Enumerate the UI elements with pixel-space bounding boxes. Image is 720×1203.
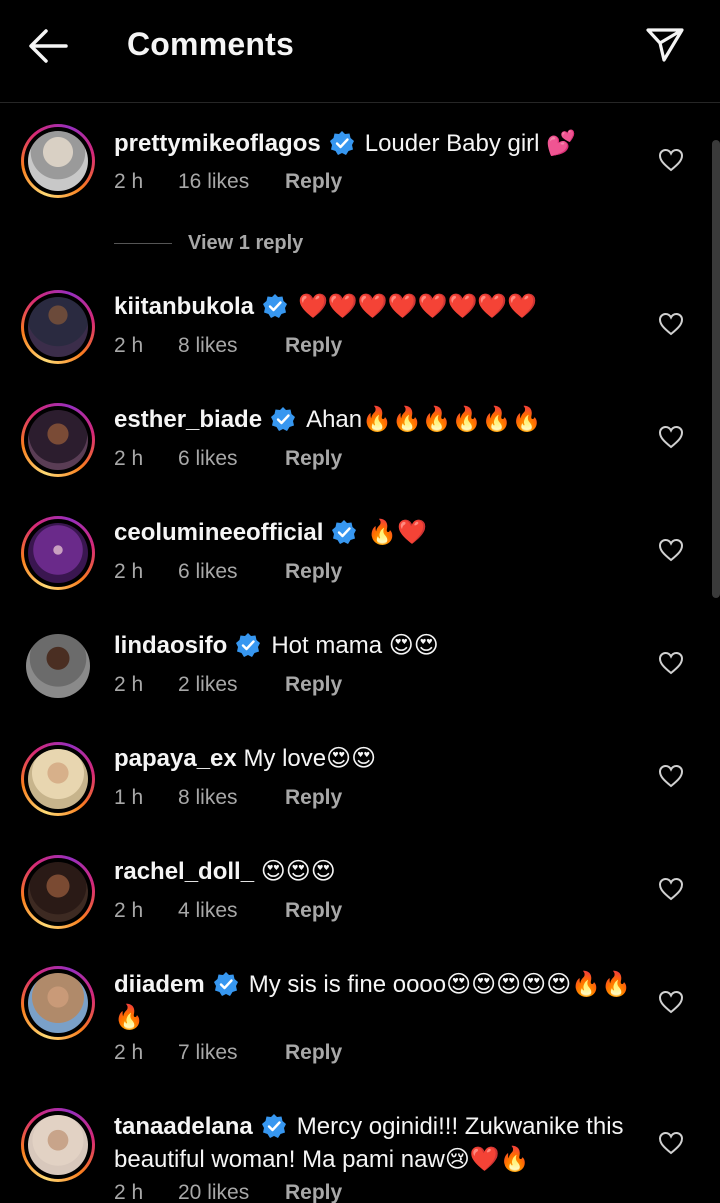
avatar[interactable] (21, 290, 95, 364)
avatar[interactable] (21, 403, 95, 477)
comment-likes[interactable]: 6 likes (178, 560, 285, 584)
reply-button[interactable]: Reply (285, 170, 342, 194)
comment-likes[interactable]: 7 likes (178, 1041, 285, 1065)
verified-badge-icon (261, 1114, 286, 1138)
reply-button[interactable]: Reply (285, 673, 342, 697)
comment-username[interactable]: diiadem (114, 971, 205, 998)
comment-text: 😍😍😍 (260, 858, 336, 885)
comment-text: ❤️❤️❤️❤️❤️❤️❤️❤️ (298, 293, 538, 320)
comment-text: Hot mama 😍😍 (271, 632, 439, 659)
comment-time: 2 h (114, 560, 144, 583)
reply-button[interactable]: Reply (285, 786, 342, 810)
comment-likes[interactable]: 8 likes (178, 786, 285, 810)
heart-icon[interactable] (658, 425, 684, 449)
comment-time: 2 h (114, 170, 144, 193)
comment-username[interactable]: lindaosifo (114, 632, 227, 659)
comment-time: 2 h (114, 899, 144, 922)
avatar[interactable] (21, 124, 95, 198)
comment-username[interactable]: papaya_ex (114, 745, 237, 772)
comment-likes[interactable]: 8 likes (178, 334, 285, 358)
comment-username[interactable]: rachel_doll_ (114, 858, 254, 885)
comment-time: 1 h (114, 786, 144, 809)
avatar[interactable] (21, 1108, 95, 1182)
arrow-left-icon[interactable] (26, 26, 70, 66)
reply-button[interactable]: Reply (285, 560, 342, 584)
scrollbar[interactable] (712, 140, 720, 598)
heart-icon[interactable] (658, 877, 684, 901)
comment-username[interactable]: prettymikeoflagos (114, 130, 321, 157)
comment-text: Louder Baby girl 💕 (364, 130, 577, 157)
comment-time: 2 h (114, 447, 144, 470)
comment-likes[interactable]: 4 likes (178, 899, 285, 923)
verified-badge-icon (236, 633, 261, 657)
comment-time: 2 h (114, 334, 144, 357)
avatar[interactable] (21, 516, 95, 590)
header-bar: Comments (0, 0, 720, 103)
heart-icon[interactable] (658, 1131, 684, 1155)
comment-text: My love😍😍 (243, 745, 377, 772)
comment-likes[interactable]: 2 likes (178, 673, 285, 697)
avatar[interactable] (21, 855, 95, 929)
divider (114, 242, 172, 244)
page-title: Comments (127, 26, 294, 62)
comment-likes[interactable]: 16 likes (178, 170, 285, 194)
comment-likes[interactable]: 6 likes (178, 447, 285, 471)
comment-time: 2 h (114, 1181, 144, 1203)
avatar[interactable] (21, 966, 95, 1040)
comment-username[interactable]: kiitanbukola (114, 293, 254, 320)
comment-text: 🔥❤️ (367, 519, 428, 546)
heart-icon[interactable] (658, 148, 684, 172)
comment-username[interactable]: esther_biade (114, 406, 262, 433)
view-replies-label: View 1 reply (188, 231, 304, 254)
heart-icon[interactable] (658, 764, 684, 788)
heart-icon[interactable] (658, 538, 684, 562)
heart-icon[interactable] (658, 651, 684, 675)
comment-time: 2 h (114, 673, 144, 696)
verified-badge-icon (329, 131, 354, 155)
verified-badge-icon (213, 972, 238, 996)
paper-plane-icon[interactable] (644, 24, 686, 64)
comment-username[interactable]: tanaadelana (114, 1113, 253, 1140)
comment-text: Ahan🔥🔥🔥🔥🔥🔥 (306, 406, 542, 433)
comment-likes[interactable]: 20 likes (178, 1181, 285, 1203)
heart-icon[interactable] (658, 990, 684, 1014)
view-replies-button[interactable]: View 1 reply (114, 228, 303, 258)
avatar[interactable] (21, 742, 95, 816)
verified-badge-icon (263, 294, 288, 318)
avatar[interactable] (21, 629, 95, 703)
verified-badge-icon (332, 520, 357, 544)
comment-username[interactable]: ceolumineeofficial (114, 519, 323, 546)
reply-button[interactable]: Reply (285, 1041, 342, 1065)
reply-button[interactable]: Reply (285, 334, 342, 358)
reply-button[interactable]: Reply (285, 447, 342, 471)
heart-icon[interactable] (658, 312, 684, 336)
reply-button[interactable]: Reply (285, 1181, 342, 1203)
verified-badge-icon (271, 407, 296, 431)
reply-button[interactable]: Reply (285, 899, 342, 923)
comment-time: 2 h (114, 1041, 144, 1064)
